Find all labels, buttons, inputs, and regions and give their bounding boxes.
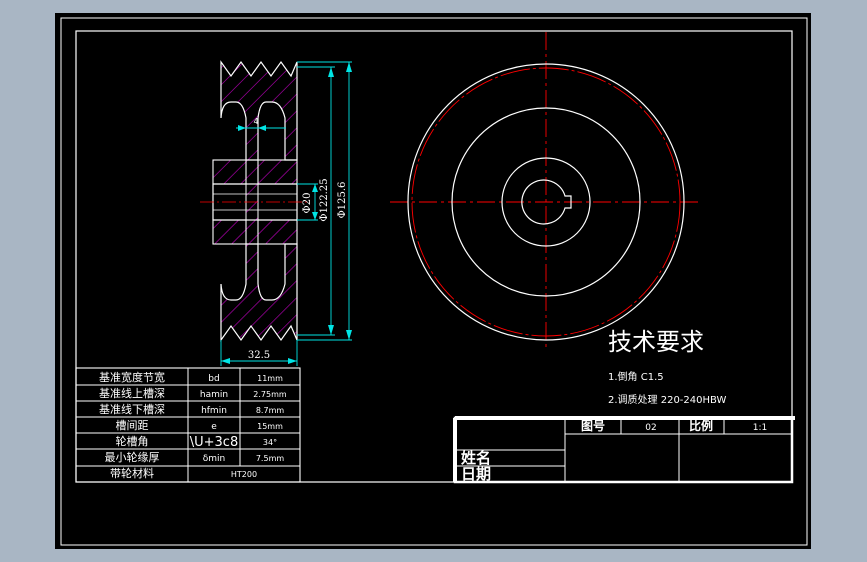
table-cell-name: 基准线下槽深 xyxy=(99,402,165,416)
table-cell-name: 槽间距 xyxy=(116,419,149,432)
table-cell-value: 7.5mm xyxy=(256,454,285,463)
cad-drawing: 4 Φ20 Φ122.25 Φ125.6 32.5 技术要求 1.倒角 C1.5… xyxy=(55,13,811,549)
table-cell-name: 轮槽角 xyxy=(116,434,149,448)
tech-req-item: 2.调质处理 220-240HBW xyxy=(608,394,727,406)
drawing-no-label: 图号 xyxy=(581,418,605,433)
scale-value: 1:1 xyxy=(753,423,767,433)
hub-lower xyxy=(212,219,247,245)
dim-hub-bore: Φ20 xyxy=(302,193,313,214)
tech-req-title: 技术要求 xyxy=(608,328,704,356)
hub-upper xyxy=(212,159,247,185)
table-cell-name: 最小轮缘厚 xyxy=(105,450,160,464)
drawing-no-value: 02 xyxy=(645,423,656,433)
date-label: 日期 xyxy=(461,465,491,483)
dim-outer-diameter: Φ125.6 xyxy=(337,182,348,219)
table-cell-value: 15mm xyxy=(257,422,283,431)
table-cell-value: 8.7mm xyxy=(256,406,285,415)
table-cell-symbol: \U+3c8 xyxy=(190,435,238,450)
table-cell-value: 34° xyxy=(263,438,277,447)
table-cell-value: 2.75mm xyxy=(253,390,287,399)
dim-width: 32.5 xyxy=(248,350,270,361)
table-cell-name: 基准宽度节宽 xyxy=(99,370,165,384)
table-cell-value: HT200 xyxy=(231,470,257,479)
dim-groove-width: 4 xyxy=(253,117,258,126)
table-cell-symbol: e xyxy=(211,422,217,432)
table-cell-name: 带轮材料 xyxy=(110,466,154,480)
scale-label: 比例 xyxy=(689,418,713,433)
table-cell-symbol: bd xyxy=(208,374,219,384)
table-cell-symbol: hamin xyxy=(200,390,228,400)
table-cell-value: 11mm xyxy=(257,374,283,383)
dim-pitch-diameter: Φ122.25 xyxy=(319,178,330,221)
table-cell-symbol: δmin xyxy=(203,454,225,464)
table-cell-symbol: hfmin xyxy=(201,406,227,416)
table-cell-name: 基准线上槽深 xyxy=(99,386,165,400)
tech-req-item: 1.倒角 C1.5 xyxy=(608,371,664,383)
hub-lower-right xyxy=(257,219,298,245)
hub-upper-right xyxy=(257,159,298,185)
